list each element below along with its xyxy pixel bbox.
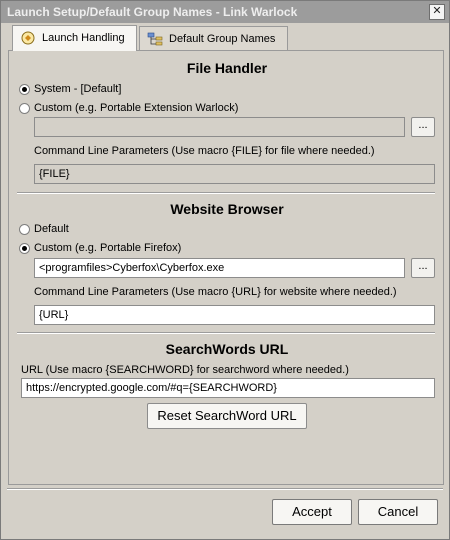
- dialog-window: Launch Setup/Default Group Names - Link …: [0, 0, 450, 540]
- browser-default-radio-label: Default: [34, 223, 69, 235]
- browser-path-field[interactable]: <programfiles>Cyberfox\Cyberfox.exe: [34, 258, 405, 278]
- searchword-url-label: URL (Use macro {SEARCHWORD} for searchwo…: [21, 364, 349, 376]
- searchword-url-field[interactable]: https://encrypted.google.com/#q={SEARCHW…: [21, 378, 435, 398]
- close-button[interactable]: ✕: [429, 4, 445, 20]
- window-title: Launch Setup/Default Group Names - Link …: [7, 5, 298, 19]
- browser-params-field[interactable]: {URL}: [34, 305, 435, 325]
- cancel-button[interactable]: Cancel: [358, 499, 438, 525]
- tab-default-group-names[interactable]: Default Group Names: [139, 26, 288, 50]
- browser-browse-button[interactable]: ...: [411, 258, 435, 278]
- file-params-label: Command Line Parameters (Use macro {FILE…: [34, 145, 375, 157]
- file-custom-radio-label: Custom (e.g. Portable Extension Warlock): [34, 102, 239, 114]
- tab-launch-handling[interactable]: Launch Handling: [12, 25, 137, 51]
- file-handler-browse-button[interactable]: ...: [411, 117, 435, 137]
- footer-divider: [7, 488, 443, 490]
- file-custom-radio[interactable]: [19, 103, 30, 114]
- searchwords-heading: SearchWords URL: [165, 341, 289, 357]
- section-divider: [17, 192, 435, 194]
- accept-button[interactable]: Accept: [272, 499, 352, 525]
- system-radio[interactable]: [19, 84, 30, 95]
- website-browser-heading: Website Browser: [170, 201, 284, 217]
- browser-custom-radio-label: Custom (e.g. Portable Firefox): [34, 242, 182, 254]
- launch-handling-icon: [21, 31, 35, 45]
- title-bar[interactable]: Launch Setup/Default Group Names - Link …: [1, 1, 449, 23]
- system-radio-label: System - [Default]: [34, 83, 122, 95]
- section-divider: [17, 332, 435, 334]
- file-params-field[interactable]: {FILE}: [34, 164, 435, 184]
- file-handler-heading: File Handler: [186, 60, 268, 76]
- group-tree-icon: [147, 32, 163, 46]
- file-handler-path-field[interactable]: [34, 117, 405, 137]
- browser-custom-radio[interactable]: [19, 243, 30, 254]
- reset-searchword-url-button[interactable]: Reset SearchWord URL: [147, 403, 307, 429]
- browser-default-radio[interactable]: [19, 224, 30, 235]
- browser-params-label: Command Line Parameters (Use macro {URL}…: [34, 286, 397, 298]
- launch-handling-panel: File Handler System - [Default] Custom (…: [8, 50, 444, 485]
